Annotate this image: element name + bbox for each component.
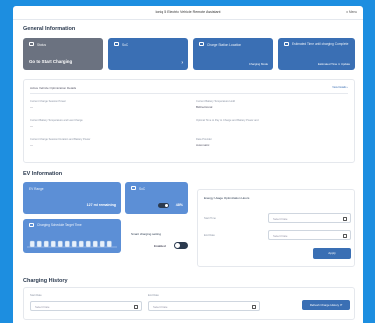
ev-info-title: EV Information	[23, 171, 63, 177]
history-start-input[interactable]: Select Date	[30, 301, 142, 311]
calendar-icon	[134, 304, 138, 309]
detail-label: Optimal Time to Pay to Charge and Batter…	[196, 119, 259, 122]
eta-card-label: Estimated Time until charging Complete	[292, 42, 349, 46]
detail-label: Current Battery Temperature Hold	[196, 100, 235, 103]
start-time-placeholder: Select Date	[273, 216, 288, 221]
history-end-placeholder: Select Date	[153, 304, 168, 309]
schedule-chart	[27, 240, 117, 248]
smart-charging-toggle[interactable]	[174, 242, 188, 249]
calendar-icon	[343, 233, 347, 238]
detail-label: Current Charge Session Duration and Batt…	[30, 138, 91, 141]
ev-soc-value: 48%	[175, 203, 183, 207]
battery-toggle[interactable]	[158, 203, 169, 208]
end-date-label: End Date	[204, 234, 215, 237]
detail-value: Automatic	[196, 143, 210, 147]
menu-button[interactable]: ≡ Menu	[346, 10, 357, 14]
charge-location-label: Charge Station Location	[207, 43, 242, 47]
apply-button[interactable]: Apply	[313, 248, 351, 259]
history-start-label: Start Date	[30, 294, 42, 297]
status-card-value: Go to Start Charging	[29, 59, 73, 64]
eta-card-value: Estimated Time ⏲ Update	[317, 62, 350, 66]
history-start-placeholder: Select Date	[35, 304, 50, 309]
refresh-history-button[interactable]: Refresh Charge History ⟳	[302, 300, 350, 310]
charge-location-value: Charging Mode	[248, 62, 268, 66]
chevron-right-icon: ›	[181, 60, 183, 66]
toggle-knob	[175, 243, 180, 248]
status-card[interactable]: Status Go to Start Charging	[23, 38, 103, 70]
ev-range-card[interactable]: EV Range 127 mi remaining	[23, 182, 121, 214]
calendar-icon	[29, 223, 34, 227]
status-icon	[29, 42, 34, 46]
detail-label: Current Battery Temperature and Last Cha…	[30, 119, 83, 122]
app-window: Ioniq 5 Electric Vehicle Remote Assistan…	[13, 6, 363, 323]
end-date-input[interactable]: Select Date	[268, 230, 351, 240]
charging-history-panel: Start Date Select Date End Date Select D…	[23, 287, 355, 320]
detail-label: Current Charge Session Power	[30, 100, 66, 103]
charging-schedule-label: Charging Schedule Target Time	[37, 223, 82, 227]
charging-schedule-card[interactable]: Charging Schedule Target Time	[23, 219, 121, 253]
view-details-link[interactable]: View Details ›	[332, 86, 348, 89]
location-icon	[199, 42, 204, 46]
details-title: Active Vehicle Optimization Details	[30, 86, 77, 90]
app-header: Ioniq 5 Electric Vehicle Remote Assistan…	[13, 6, 363, 20]
battery-icon	[131, 186, 136, 190]
end-date-placeholder: Select Date	[273, 233, 288, 238]
charge-location-card[interactable]: Charge Station Location Charging Mode	[193, 38, 273, 70]
toggle-knob	[164, 203, 168, 208]
calendar-icon	[343, 216, 347, 221]
detail-label: Data Provider	[196, 138, 212, 141]
detail-value: —	[30, 105, 33, 109]
charging-history-title: Charging History	[23, 278, 68, 284]
history-end-input[interactable]: Select Date	[148, 301, 260, 311]
ev-soc-label: SoC	[139, 187, 146, 191]
smart-charging-state: Enabled	[154, 244, 166, 248]
status-card-label: Status	[37, 43, 47, 47]
history-end-label: End Date	[148, 294, 159, 297]
ev-range-value: 127 mi remaining	[86, 203, 116, 207]
battery-icon	[114, 42, 119, 46]
divider	[30, 93, 348, 94]
optimization-details-panel: Active Vehicle Optimization Details View…	[23, 79, 355, 163]
start-time-label: Start Time	[204, 217, 216, 220]
eta-card[interactable]: Estimated Time until charging Complete E…	[278, 38, 355, 70]
detail-value: —	[30, 143, 33, 147]
detail-value: —	[30, 124, 33, 128]
optimization-title: Energy Usage Optimization Hours	[204, 196, 250, 200]
app-title: Ioniq 5 Electric Vehicle Remote Assistan…	[155, 10, 221, 14]
energy-optimization-panel: Energy Usage Optimization Hours Start Ti…	[197, 189, 355, 267]
smart-charging-label: Smart charging setting	[131, 232, 162, 236]
clock-icon	[284, 42, 289, 46]
ev-range-label: EV Range	[29, 187, 44, 191]
general-info-title: General Information	[23, 26, 76, 32]
ev-soc-card[interactable]: SoC 48%	[125, 182, 188, 214]
detail-value: Bidirectional	[196, 105, 213, 109]
start-time-input[interactable]: Select Date	[268, 213, 351, 223]
soc-card-label: SoC	[122, 43, 129, 47]
calendar-icon	[252, 304, 256, 309]
soc-card[interactable]: SoC ›	[108, 38, 188, 70]
